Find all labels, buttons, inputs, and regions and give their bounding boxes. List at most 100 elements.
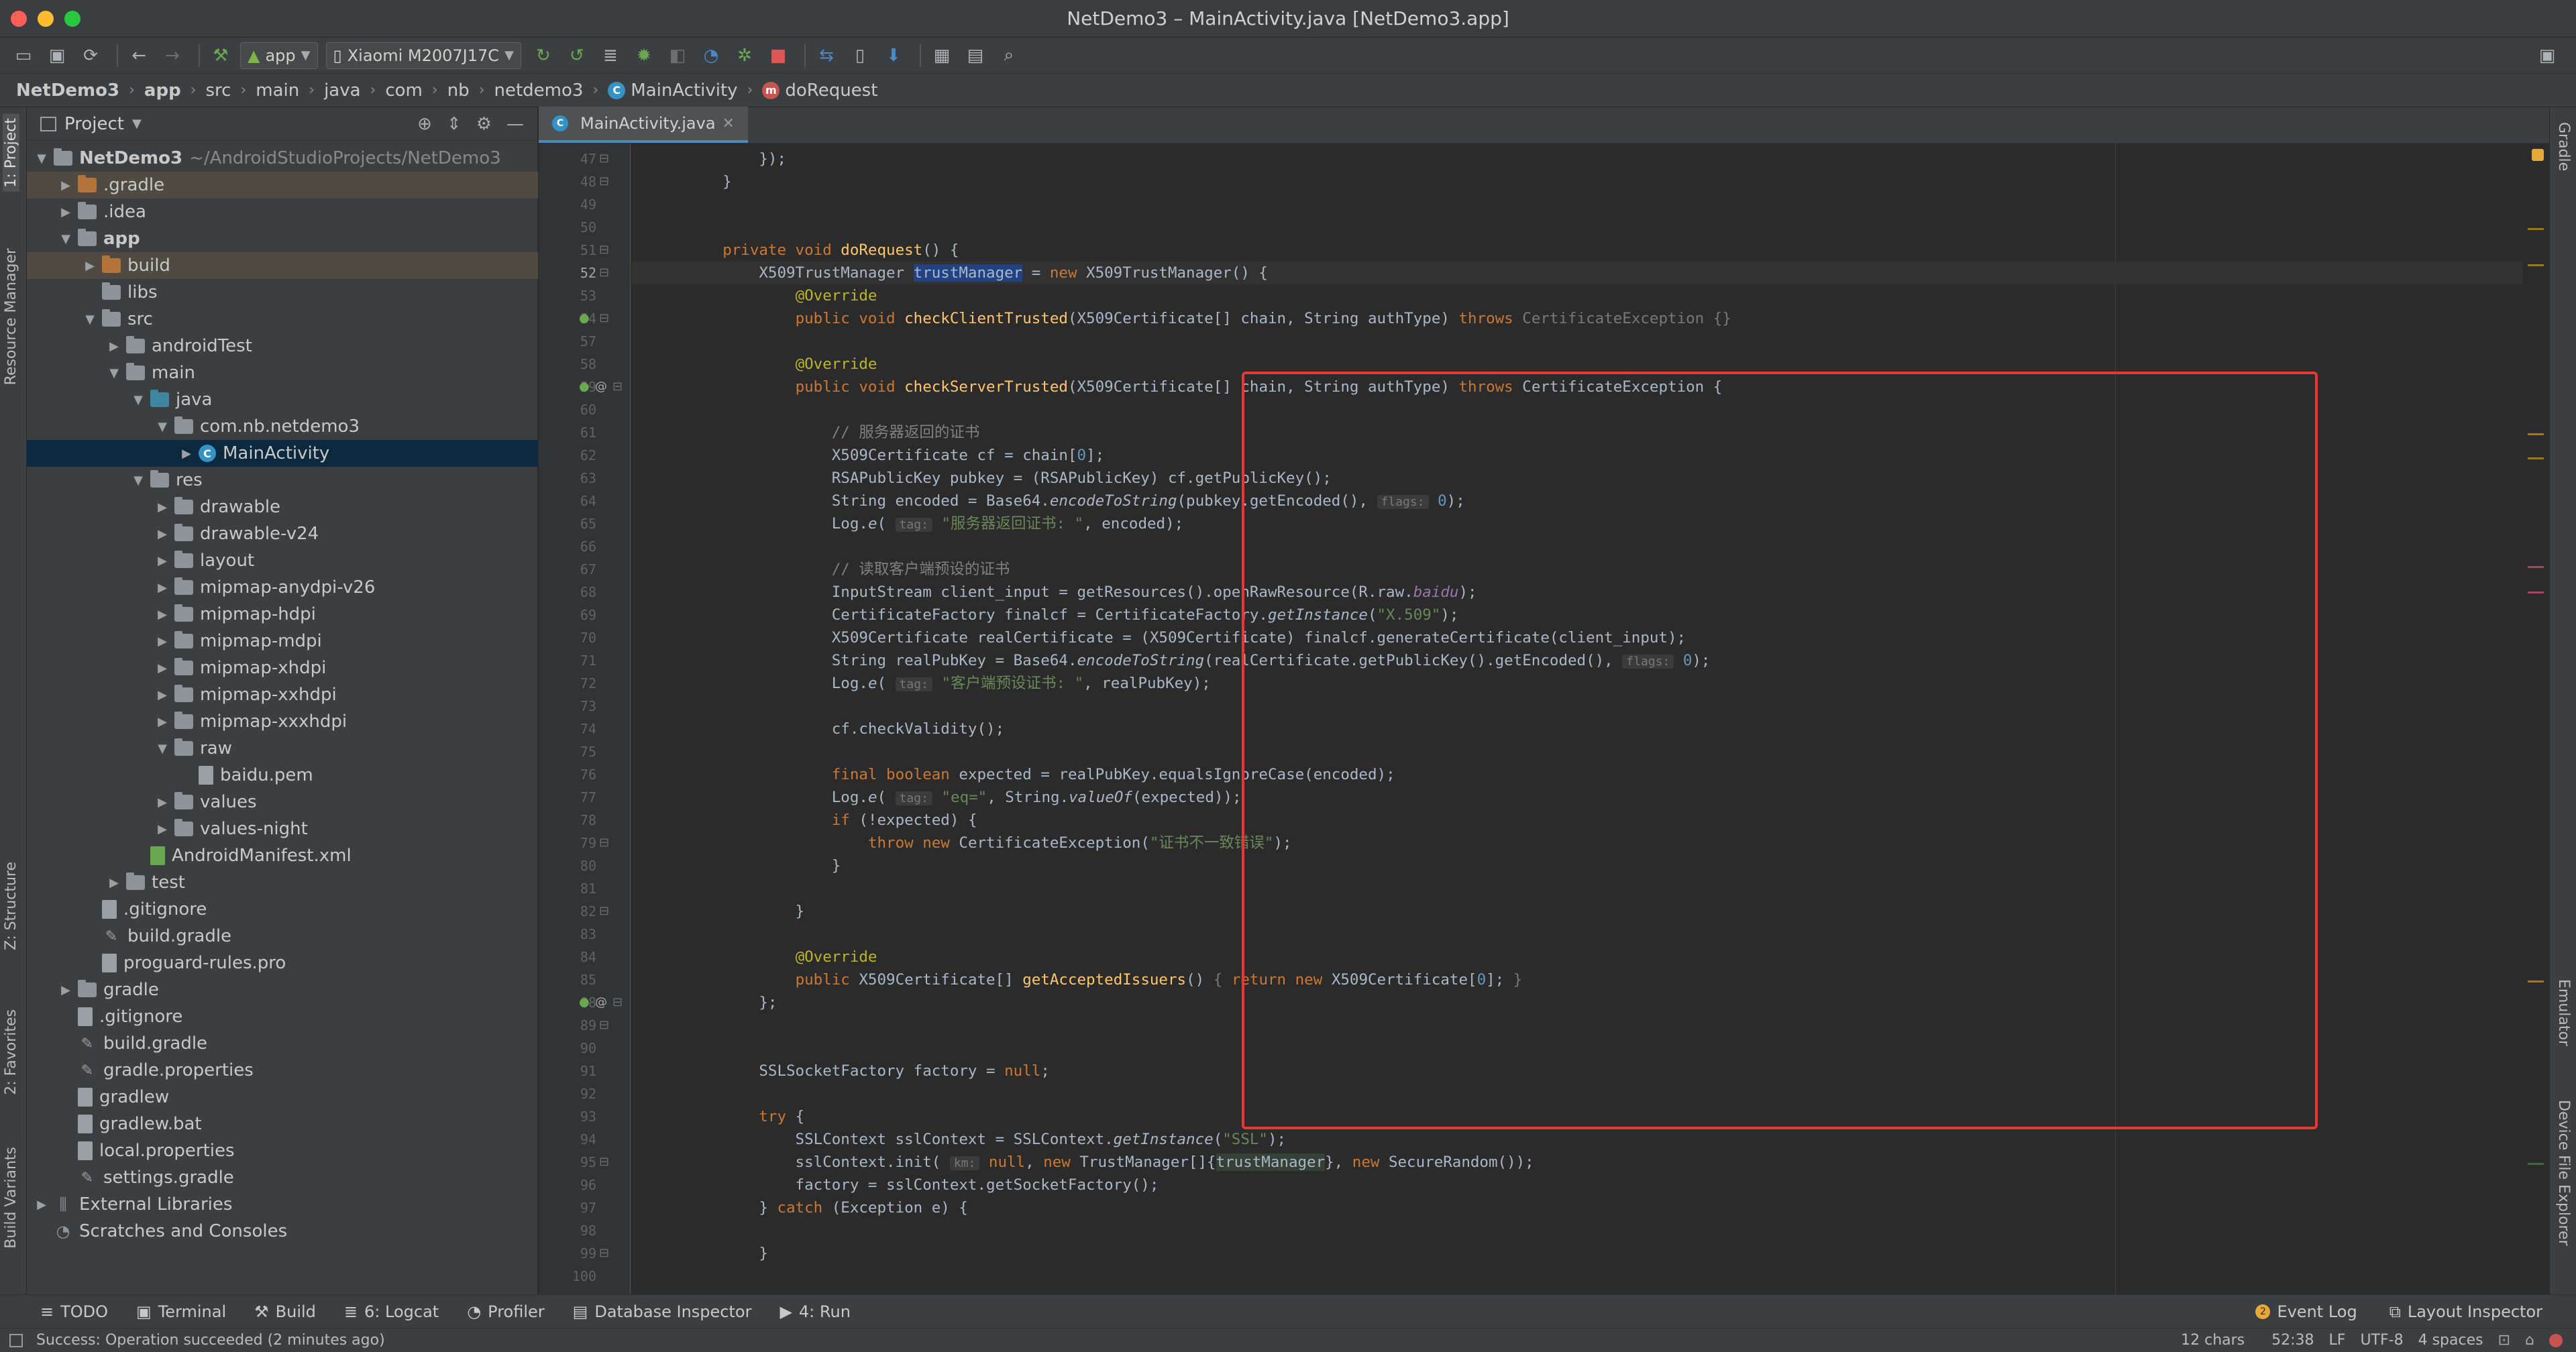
tree-item[interactable]: ▼ src: [27, 306, 538, 333]
fold-icon[interactable]: ⊟: [599, 170, 609, 193]
line-gutter[interactable]: 47 48 49 50 51 52 53 54 57 58 59 60 61 62 63 64 65 66 67 68…: [539, 144, 631, 1294]
tree-item[interactable]: ▶ mipmap-hdpi: [27, 601, 538, 628]
tree-item[interactable]: ▶ mipmap-xhdpi: [27, 655, 538, 681]
save-all-icon[interactable]: ▣: [43, 42, 71, 70]
indent-setting[interactable]: 4 spaces: [2418, 1332, 2483, 1349]
code-line[interactable]: @Override: [686, 946, 877, 968]
run-tool-button[interactable]: ▶ 4: Run: [780, 1302, 850, 1321]
tree-item[interactable]: .gitignore: [27, 896, 538, 923]
code-line[interactable]: @Override: [686, 353, 877, 376]
stop-icon[interactable]: ■: [764, 42, 792, 70]
tree-item[interactable]: ▶ drawable: [27, 494, 538, 520]
tree-item[interactable]: ▼ app: [27, 225, 538, 252]
code-line[interactable]: RSAPublicKey pubkey = (RSAPublicKey) cf.…: [686, 467, 1332, 490]
fold-icon[interactable]: ⊟: [599, 262, 609, 284]
code-line[interactable]: // 服务器返回的证书: [686, 421, 980, 444]
code-line[interactable]: }: [686, 170, 732, 193]
project-structure-icon[interactable]: ▦: [928, 42, 956, 70]
terminal-tool-button[interactable]: ▣ Terminal: [136, 1302, 226, 1321]
device-select[interactable]: ▯ Xiaomi M2007J17C ▼: [325, 42, 521, 69]
profiler-tool-button[interactable]: ◔ Profiler: [467, 1302, 544, 1321]
chevron-down-icon[interactable]: ▼: [130, 473, 146, 488]
override-method-icon[interactable]: ●: [579, 307, 590, 330]
fold-icon[interactable]: ⊟: [599, 900, 609, 923]
warning-marker[interactable]: [2528, 980, 2544, 982]
chevron-right-icon[interactable]: ▶: [82, 259, 98, 273]
fold-icon[interactable]: ⊟: [599, 307, 609, 330]
apply-changes-restart-icon[interactable]: ↻: [529, 42, 557, 70]
tree-item[interactable]: ▶ mipmap-mdpi: [27, 628, 538, 655]
fold-icon[interactable]: ⊟: [599, 1014, 609, 1037]
code-line[interactable]: Log.e( tag: "eq=", String.valueOf(expect…: [686, 786, 1242, 809]
chevron-right-icon[interactable]: ▶: [154, 795, 170, 809]
line-separator[interactable]: LF: [2329, 1332, 2346, 1349]
warning-indicator-icon[interactable]: [2532, 149, 2544, 161]
chevron-right-icon[interactable]: ▶: [154, 581, 170, 595]
account-icon[interactable]: ▣: [2533, 42, 2561, 70]
breadcrumb-item[interactable]: com ›: [385, 80, 447, 101]
code-line[interactable]: if (!expected) {: [686, 809, 977, 832]
tree-item[interactable]: ▼ NetDemo3 ~/AndroidStudioProjects/NetDemo…: [27, 145, 538, 172]
chevron-right-icon[interactable]: ▶: [58, 178, 74, 192]
chevron-right-icon[interactable]: ▶: [154, 661, 170, 675]
code-line[interactable]: }: [686, 854, 841, 877]
collapse-all-icon[interactable]: ⇕: [447, 114, 462, 134]
tree-item[interactable]: ✎ settings.gradle: [27, 1164, 538, 1191]
annotation-icon[interactable]: @: [595, 991, 607, 1014]
breadcrumb-item[interactable]: main ›: [256, 80, 324, 101]
override-method-icon[interactable]: ●: [579, 376, 590, 398]
chevron-right-icon[interactable]: ▶: [154, 500, 170, 514]
fold-icon[interactable]: ⊟: [599, 148, 609, 170]
breadcrumb-item[interactable]: m doRequest: [762, 80, 877, 101]
chevron-down-icon[interactable]: ▼: [34, 152, 50, 166]
annotation-icon[interactable]: @: [595, 376, 607, 398]
code-line[interactable]: SSLSocketFactory factory = null;: [686, 1060, 1050, 1082]
code-line[interactable]: @Override: [686, 284, 877, 307]
todo-tool-button[interactable]: ≡ TODO: [40, 1302, 108, 1321]
chevron-right-icon[interactable]: ▶: [106, 876, 122, 890]
caret-position[interactable]: 52:38: [2271, 1332, 2314, 1349]
attach-debugger-icon[interactable]: ✲: [731, 42, 759, 70]
chevron-right-icon[interactable]: ▶: [106, 339, 122, 353]
tree-item[interactable]: gradlew.bat: [27, 1111, 538, 1137]
chevron-down-icon[interactable]: ▼: [82, 313, 98, 327]
fold-icon[interactable]: ⊟: [612, 376, 623, 398]
status-message[interactable]: Success: Operation succeeded (2 minutes …: [36, 1332, 385, 1349]
debug-icon[interactable]: ✹: [630, 42, 658, 70]
breadcrumb-item[interactable]: NetDemo3 ›: [16, 80, 144, 101]
run-config-select[interactable]: ▲ app ▼: [240, 42, 318, 69]
error-indicator-icon[interactable]: [2549, 1333, 2563, 1347]
code-line[interactable]: X509TrustManager trustManager = new X509…: [631, 262, 2523, 284]
code-line[interactable]: };: [686, 991, 777, 1014]
tree-item[interactable]: gradlew: [27, 1084, 538, 1111]
breadcrumb-item[interactable]: src ›: [206, 80, 256, 101]
favorites-tool-tab[interactable]: 2: Favorites: [3, 1009, 19, 1095]
tree-item[interactable]: ▼ main: [27, 359, 538, 386]
logcat-tool-button[interactable]: ≣ 6: Logcat: [344, 1302, 439, 1321]
tree-item[interactable]: local.properties: [27, 1137, 538, 1164]
run-list-icon[interactable]: ≣: [596, 42, 625, 70]
tree-item[interactable]: ▶ mipmap-xxxhdpi: [27, 708, 538, 735]
chevron-right-icon[interactable]: ▶: [154, 822, 170, 836]
chevron-right-icon[interactable]: ▶: [154, 634, 170, 649]
tree-item[interactable]: ▶ ⫼ External Libraries: [27, 1191, 538, 1218]
fold-icon[interactable]: ⊟: [599, 1151, 609, 1174]
tree-item[interactable]: ▼ res: [27, 467, 538, 494]
chevron-down-icon[interactable]: ▼: [130, 393, 146, 407]
tree-item[interactable]: AndroidManifest.xml: [27, 842, 538, 869]
code-line[interactable]: try {: [686, 1105, 804, 1128]
tree-item[interactable]: ▶ gradle: [27, 976, 538, 1003]
tab-mainactivity[interactable]: C MainActivity.java ✕: [539, 107, 748, 143]
avd-manager-icon[interactable]: ▯: [846, 42, 874, 70]
tree-item[interactable]: ▶ drawable-v24: [27, 520, 538, 547]
breadcrumb-item[interactable]: C MainActivity ›: [608, 80, 762, 101]
close-tab-icon[interactable]: ✕: [722, 115, 735, 132]
usage-marker[interactable]: [2528, 1163, 2544, 1165]
open-folder-icon[interactable]: ▭: [9, 42, 38, 70]
tree-item[interactable]: .gitignore: [27, 1003, 538, 1030]
tree-item[interactable]: ▶ values-night: [27, 815, 538, 842]
tree-item[interactable]: baidu.pem: [27, 762, 538, 789]
chevron-down-icon[interactable]: ▼: [132, 117, 142, 131]
inspector-hector-icon[interactable]: ⌂: [2525, 1332, 2534, 1349]
breadcrumb-item[interactable]: java ›: [324, 80, 385, 101]
